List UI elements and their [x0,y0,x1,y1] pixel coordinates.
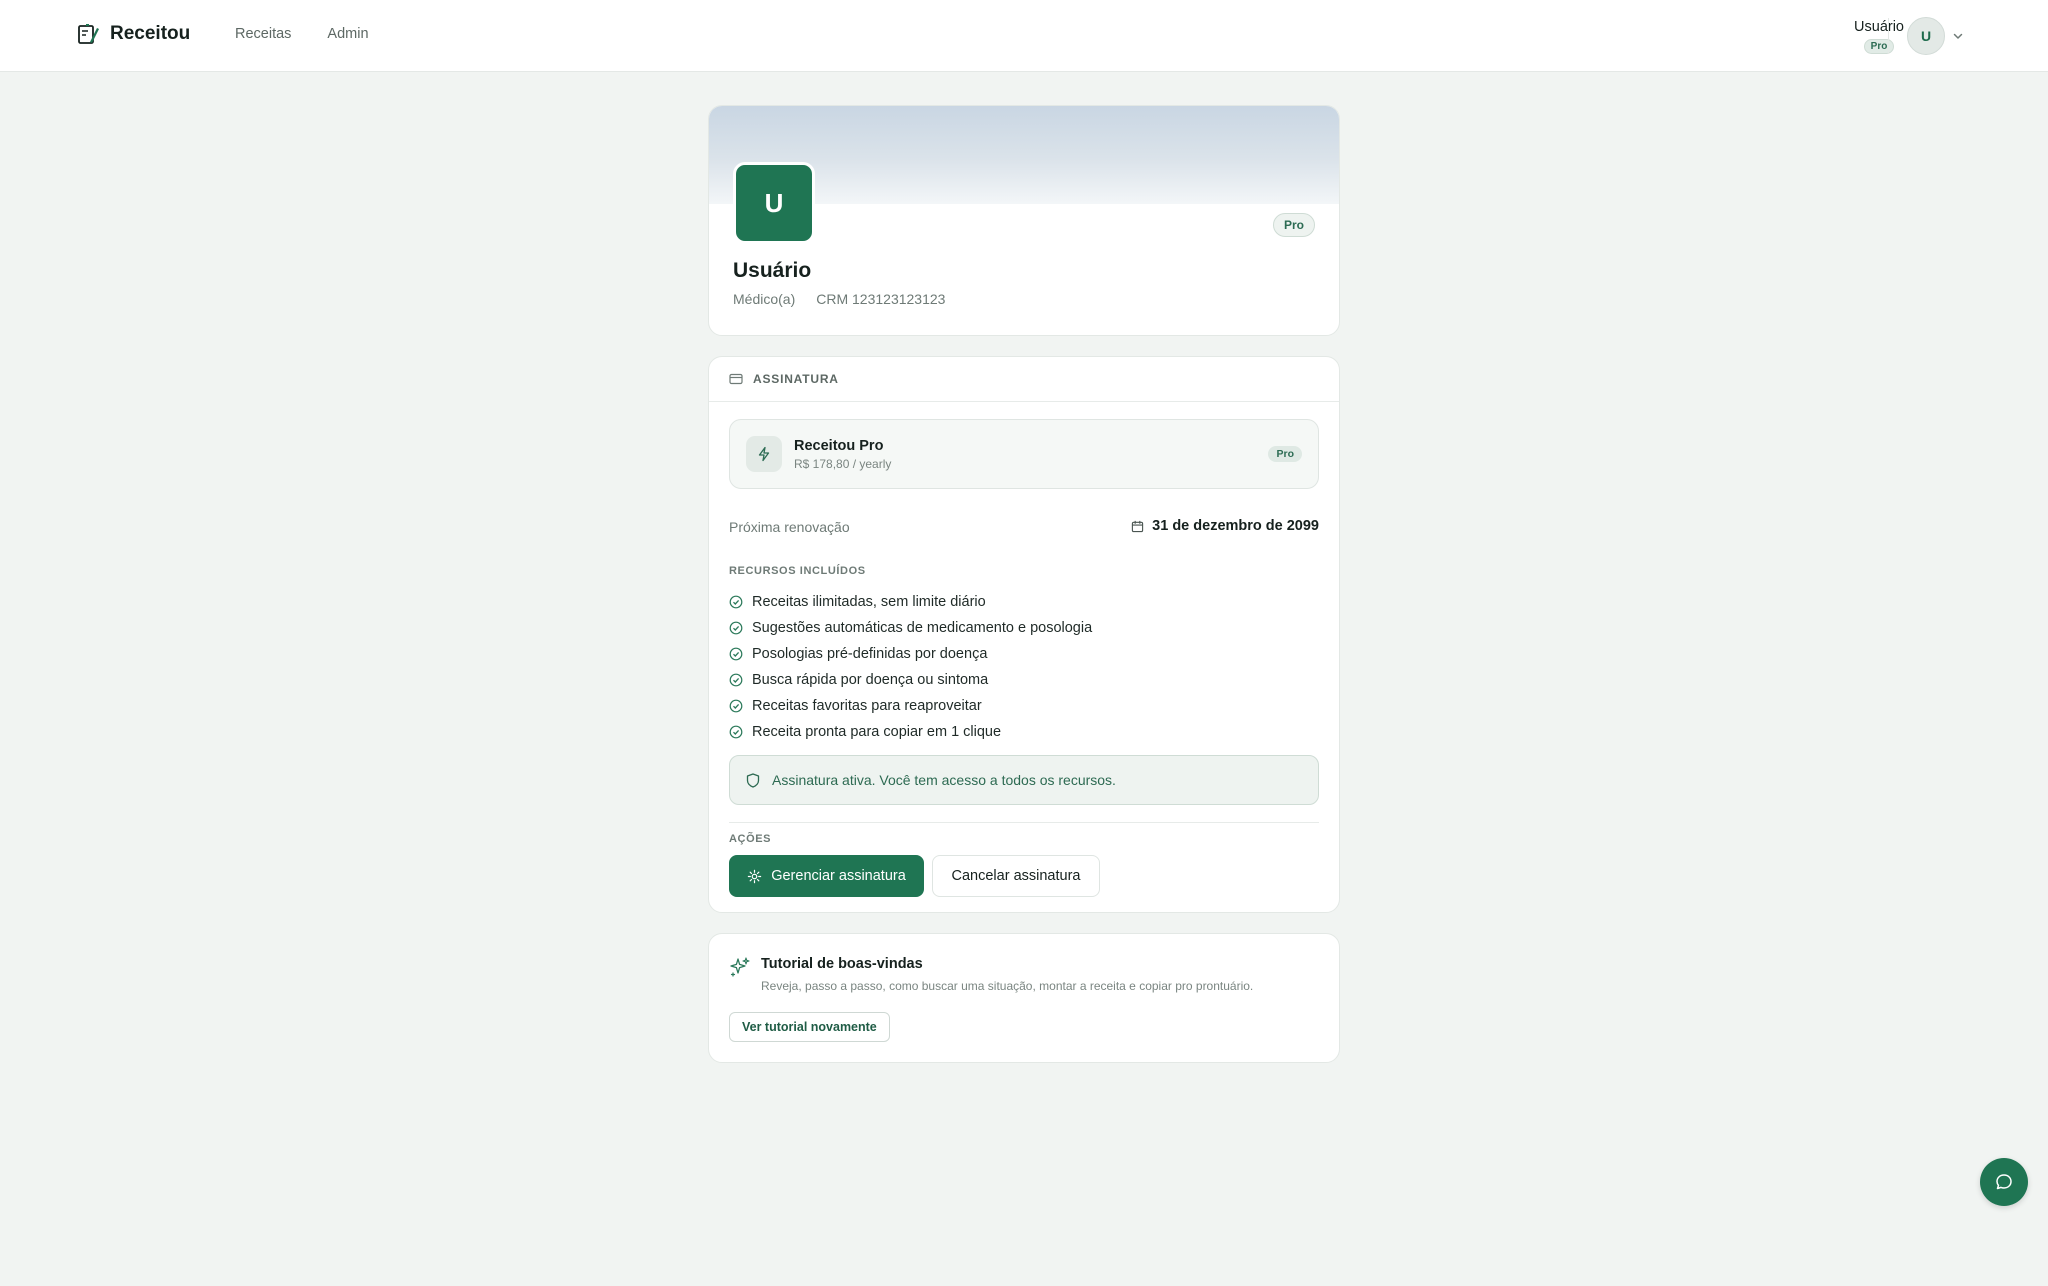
shield-icon [746,772,760,788]
divider [729,822,1319,823]
status-message: Assinatura ativa. Você tem acesso a todo… [772,772,1116,788]
tutorial-title: Tutorial de boas-vindas [761,956,923,972]
gear-icon [748,869,762,883]
manage-subscription-button[interactable]: Gerenciar assinatura [729,855,924,897]
user-avatar[interactable]: U [1907,17,1945,55]
profile-crm: CRM 123123123123 [816,291,946,307]
nav-item-receitas[interactable]: Receitas [235,26,291,42]
user-plan-badge: Pro [1863,39,1895,54]
profile-meta: Médico(a) CRM 123123123123 [733,291,945,307]
brand[interactable]: Receitou [76,22,190,46]
credit-card-icon [729,373,743,385]
list-item: Posologias pré-definidas por doença [729,641,1092,667]
user-name: Usuário [1854,19,1904,35]
tutorial-card: Tutorial de boas-vindas Reveja, passo a … [708,933,1340,1063]
lightning-icon [758,446,770,462]
list-item: Receitas favoritas para reaproveitar [729,693,1092,719]
top-navbar: Receitou Receitas Admin Usuário Pro U [0,0,2048,72]
list-item: Sugestões automáticas de medicamento e p… [729,615,1092,641]
tutorial-description: Reveja, passo a passo, como buscar uma s… [761,979,1254,993]
brand-name: Receitou [110,23,191,44]
nav-item-admin[interactable]: Admin [327,26,368,42]
sparkles-icon [730,957,750,977]
check-circle-icon [729,621,743,635]
chevron-down-icon[interactable] [1951,29,1965,43]
plan-price: R$ 178,80 / yearly [794,457,892,471]
check-circle-icon [729,673,743,687]
renewal-date-text: 31 de dezembro de 2099 [1152,518,1319,534]
check-circle-icon [729,595,743,609]
calendar-icon [1132,520,1144,532]
feature-text: Busca rápida por doença ou sintoma [752,672,989,688]
list-item: Receitas ilimitadas, sem limite diário [729,589,1092,615]
list-item: Busca rápida por doença ou sintoma [729,667,1092,693]
header-divider [1888,18,1889,54]
main-nav: Receitas Admin [235,26,369,42]
profile-role: Médico(a) [733,291,796,307]
cancel-subscription-button[interactable]: Cancelar assinatura [932,855,1100,897]
check-circle-icon [729,647,743,661]
plan-name: Receitou Pro [794,438,884,454]
plan-badge: Pro [1268,446,1302,462]
actions-title: AÇÕES [729,833,772,845]
profile-name: Usuário [733,259,812,282]
feature-text: Sugestões automáticas de medicamento e p… [752,620,1093,636]
chat-button[interactable] [1980,1158,2028,1206]
plan-box: Receitou Pro R$ 178,80 / yearly Pro [729,419,1319,489]
feature-text: Receita pronta para copiar em 1 clique [752,724,1002,740]
check-circle-icon [729,725,743,739]
section-title: ASSINATURA [753,372,839,386]
resources-title: RECURSOS INCLUÍDOS [729,565,866,577]
feature-text: Receitas ilimitadas, sem limite diário [752,594,986,610]
list-item: Receita pronta para copiar em 1 clique [729,719,1092,745]
feature-list: Receitas ilimitadas, sem limite diário S… [729,589,1092,745]
feature-text: Receitas favoritas para reaproveitar [752,698,982,714]
subscription-card: ASSINATURA Receitou Pro R$ 178,80 / year… [708,356,1340,913]
manage-subscription-label: Gerenciar assinatura [771,868,906,884]
profile-plan-badge: Pro [1272,213,1315,237]
feature-text: Posologias pré-definidas por doença [752,646,988,662]
check-circle-icon [729,699,743,713]
view-tutorial-button[interactable]: Ver tutorial novamente [729,1012,890,1042]
user-info[interactable]: Usuário Pro [1854,18,1904,54]
renewal-date: 31 de dezembro de 2099 [1131,518,1319,534]
status-banner: Assinatura ativa. Você tem acesso a todo… [729,755,1319,805]
subscription-header: ASSINATURA [709,357,1339,402]
plan-icon-wrap [746,436,782,472]
logo-icon [78,24,99,44]
profile-card: U Pro Usuário Médico(a) CRM 123123123123 [708,105,1340,336]
profile-avatar: U [733,162,815,244]
chat-bubble-icon [1996,1174,2012,1190]
renewal-label: Próxima renovação [729,519,850,535]
